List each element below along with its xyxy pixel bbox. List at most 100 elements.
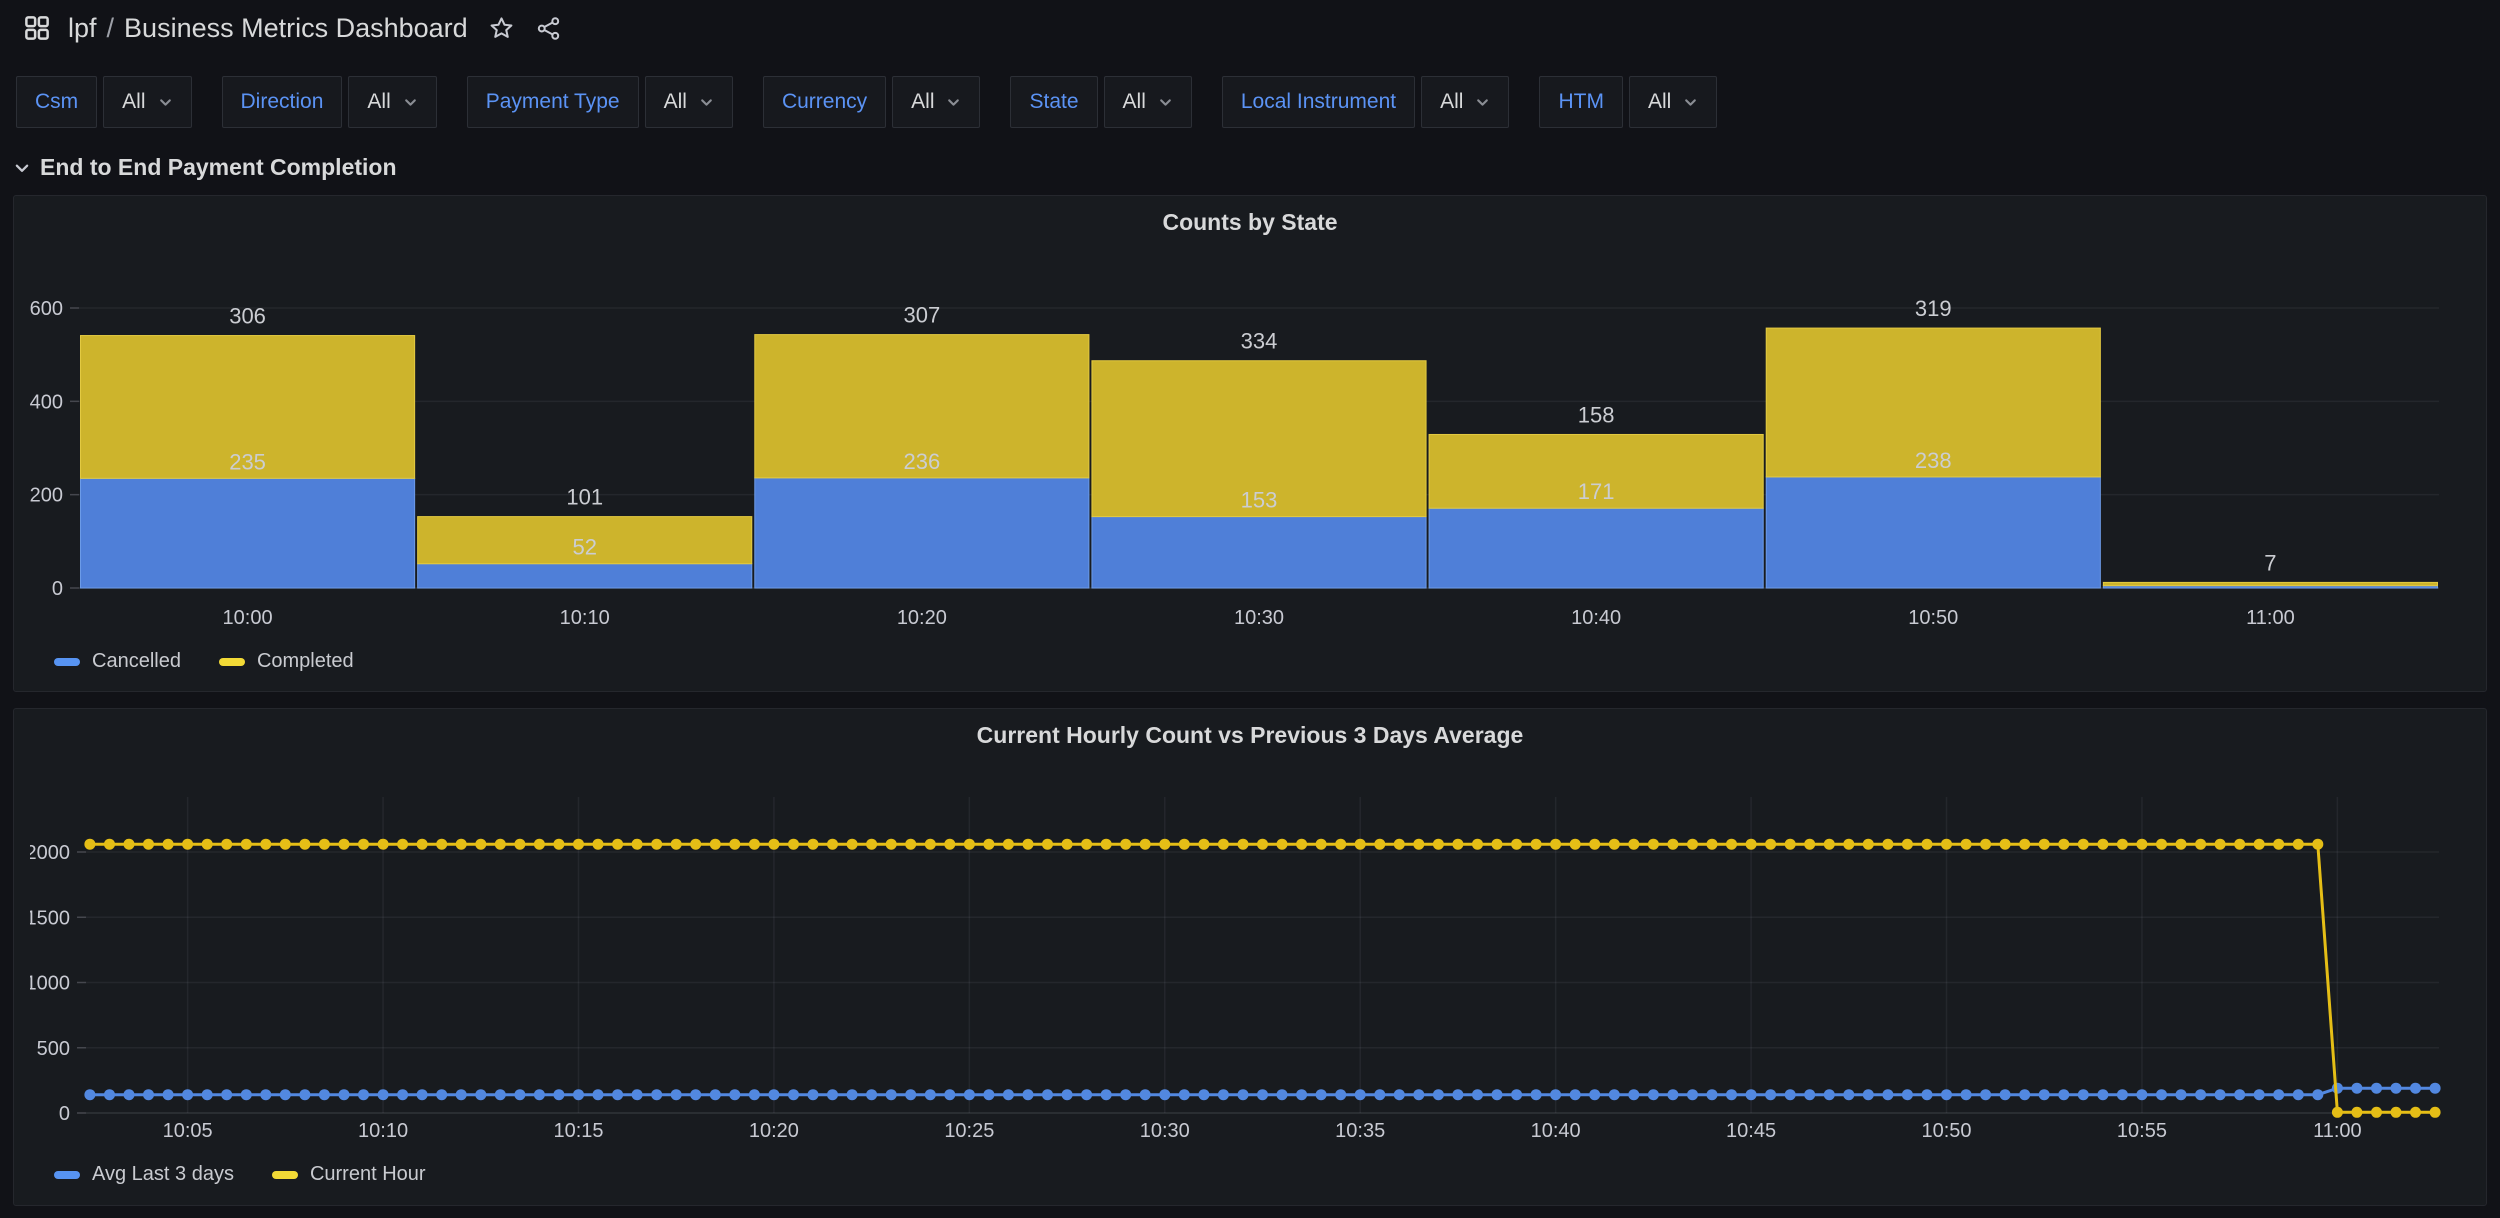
filter-label-local-instrument: Local Instrument	[1222, 76, 1415, 128]
filter-value-currency[interactable]: All	[892, 76, 980, 128]
filter-bar: CsmAllDirectionAllPayment TypeAllCurrenc…	[16, 76, 2500, 128]
filter-group-state: State All	[1010, 76, 1191, 128]
svg-text:235: 235	[229, 449, 266, 474]
line-chart-svg: 050010001500200010:0510:1010:1510:2010:2…	[30, 755, 2470, 1153]
chevron-down-icon	[699, 95, 714, 110]
legend-label: Cancelled	[92, 650, 181, 673]
svg-text:52: 52	[572, 535, 596, 560]
chevron-down-icon	[1475, 95, 1490, 110]
filter-group-local-instrument: Local InstrumentAll	[1222, 76, 1510, 128]
star-icon[interactable]	[488, 15, 515, 42]
svg-text:236: 236	[903, 449, 940, 474]
filter-value-state[interactable]: All	[1104, 76, 1192, 128]
filter-group-csm: Csm All	[16, 76, 192, 128]
svg-text:10:25: 10:25	[944, 1120, 994, 1142]
filter-selected-value: All	[1123, 90, 1146, 114]
filter-group-htm: HTM All	[1539, 76, 1717, 128]
svg-text:238: 238	[1915, 448, 1952, 473]
svg-text:10:40: 10:40	[1571, 607, 1621, 629]
svg-text:400: 400	[30, 391, 63, 413]
svg-text:306: 306	[229, 304, 266, 329]
chevron-down-icon	[14, 160, 30, 176]
svg-text:10:40: 10:40	[1531, 1120, 1581, 1142]
legend-label: Current Hour	[310, 1163, 426, 1186]
filter-selected-value: All	[122, 90, 145, 114]
legend-item-current-hour[interactable]: Current Hour	[272, 1163, 426, 1186]
filter-label-currency: Currency	[763, 76, 886, 128]
svg-text:10:20: 10:20	[897, 607, 947, 629]
legend-label: Avg Last 3 days	[92, 1163, 234, 1186]
svg-text:307: 307	[903, 303, 940, 328]
svg-text:11:00: 11:00	[2313, 1120, 2362, 1142]
svg-text:10:10: 10:10	[358, 1120, 408, 1142]
panel-title[interactable]: Counts by State	[30, 204, 2470, 242]
svg-text:500: 500	[37, 1038, 70, 1060]
share-icon[interactable]	[535, 15, 562, 42]
filter-label-direction: Direction	[222, 76, 343, 128]
chevron-down-icon	[1158, 95, 1173, 110]
chevron-down-icon	[946, 95, 961, 110]
page-title: Business Metrics Dashboard	[124, 13, 468, 44]
svg-text:101: 101	[566, 485, 603, 510]
legend-swatch	[219, 658, 245, 666]
svg-text:334: 334	[1241, 329, 1278, 354]
svg-text:10:50: 10:50	[1921, 1120, 1971, 1142]
svg-text:200: 200	[30, 485, 63, 507]
svg-text:10:30: 10:30	[1234, 607, 1284, 629]
filter-label-htm: HTM	[1539, 76, 1623, 128]
apps-grid-icon[interactable]	[22, 13, 52, 43]
filter-label-state: State	[1010, 76, 1097, 128]
filter-selected-value: All	[911, 90, 934, 114]
svg-text:10:50: 10:50	[1908, 607, 1958, 629]
legend-item-completed[interactable]: Completed	[219, 650, 354, 673]
panel-counts-by-state: Counts by State 020040060030623510:00101…	[13, 195, 2487, 692]
filter-selected-value: All	[664, 90, 687, 114]
svg-text:171: 171	[1578, 479, 1615, 504]
svg-text:10:30: 10:30	[1140, 1120, 1190, 1142]
hourly-vs-average-chart: 050010001500200010:0510:1010:1510:2010:2…	[30, 755, 2470, 1153]
breadcrumb-separator: /	[107, 13, 115, 44]
breadcrumb-root[interactable]: lpf	[68, 13, 97, 44]
svg-text:0: 0	[59, 1103, 70, 1125]
svg-text:158: 158	[1578, 402, 1615, 427]
filter-value-csm[interactable]: All	[103, 76, 191, 128]
filter-selected-value: All	[1648, 90, 1671, 114]
svg-text:600: 600	[30, 298, 63, 320]
svg-text:10:20: 10:20	[749, 1120, 799, 1142]
filter-value-direction[interactable]: All	[348, 76, 436, 128]
legend-swatch	[272, 1171, 298, 1179]
svg-text:10:35: 10:35	[1335, 1120, 1385, 1142]
filter-value-htm[interactable]: All	[1629, 76, 1717, 128]
filter-value-local-instrument[interactable]: All	[1421, 76, 1509, 128]
filter-label-payment-type: Payment Type	[467, 76, 639, 128]
svg-text:1500: 1500	[30, 907, 70, 929]
chevron-down-icon	[158, 95, 173, 110]
svg-text:7: 7	[2264, 550, 2276, 575]
counts-by-state-chart: 020040060030623510:001015210:1030723610:…	[30, 242, 2470, 640]
filter-group-currency: Currency All	[763, 76, 981, 128]
filter-group-direction: Direction All	[222, 76, 437, 128]
chart-legend: Avg Last 3 days Current Hour	[30, 1153, 2470, 1186]
dashboard-header: lpf / Business Metrics Dashboard	[0, 0, 2500, 56]
legend-item-avg-last-3-days[interactable]: Avg Last 3 days	[54, 1163, 234, 1186]
panel-hourly-vs-average: Current Hourly Count vs Previous 3 Days …	[13, 708, 2487, 1206]
filter-selected-value: All	[367, 90, 390, 114]
filter-value-payment-type[interactable]: All	[645, 76, 733, 128]
svg-text:10:45: 10:45	[1726, 1120, 1776, 1142]
svg-text:10:15: 10:15	[553, 1120, 603, 1142]
bar-chart-svg: 020040060030623510:001015210:1030723610:…	[30, 242, 2470, 640]
legend-item-cancelled[interactable]: Cancelled	[54, 650, 181, 673]
legend-swatch	[54, 658, 80, 666]
chevron-down-icon	[1683, 95, 1698, 110]
legend-swatch	[54, 1171, 80, 1179]
svg-text:11:00: 11:00	[2246, 607, 2295, 629]
filter-group-payment-type: Payment Type All	[467, 76, 733, 128]
svg-text:1000: 1000	[30, 973, 70, 995]
section-toggle-end-to-end-payment-completion[interactable]: End to End Payment Completion	[14, 154, 2500, 181]
chevron-down-icon	[403, 95, 418, 110]
svg-text:10:10: 10:10	[560, 607, 610, 629]
section-title: End to End Payment Completion	[40, 154, 397, 181]
filter-label-csm: Csm	[16, 76, 97, 128]
panel-title[interactable]: Current Hourly Count vs Previous 3 Days …	[30, 717, 2470, 755]
breadcrumb: lpf / Business Metrics Dashboard	[68, 13, 468, 44]
